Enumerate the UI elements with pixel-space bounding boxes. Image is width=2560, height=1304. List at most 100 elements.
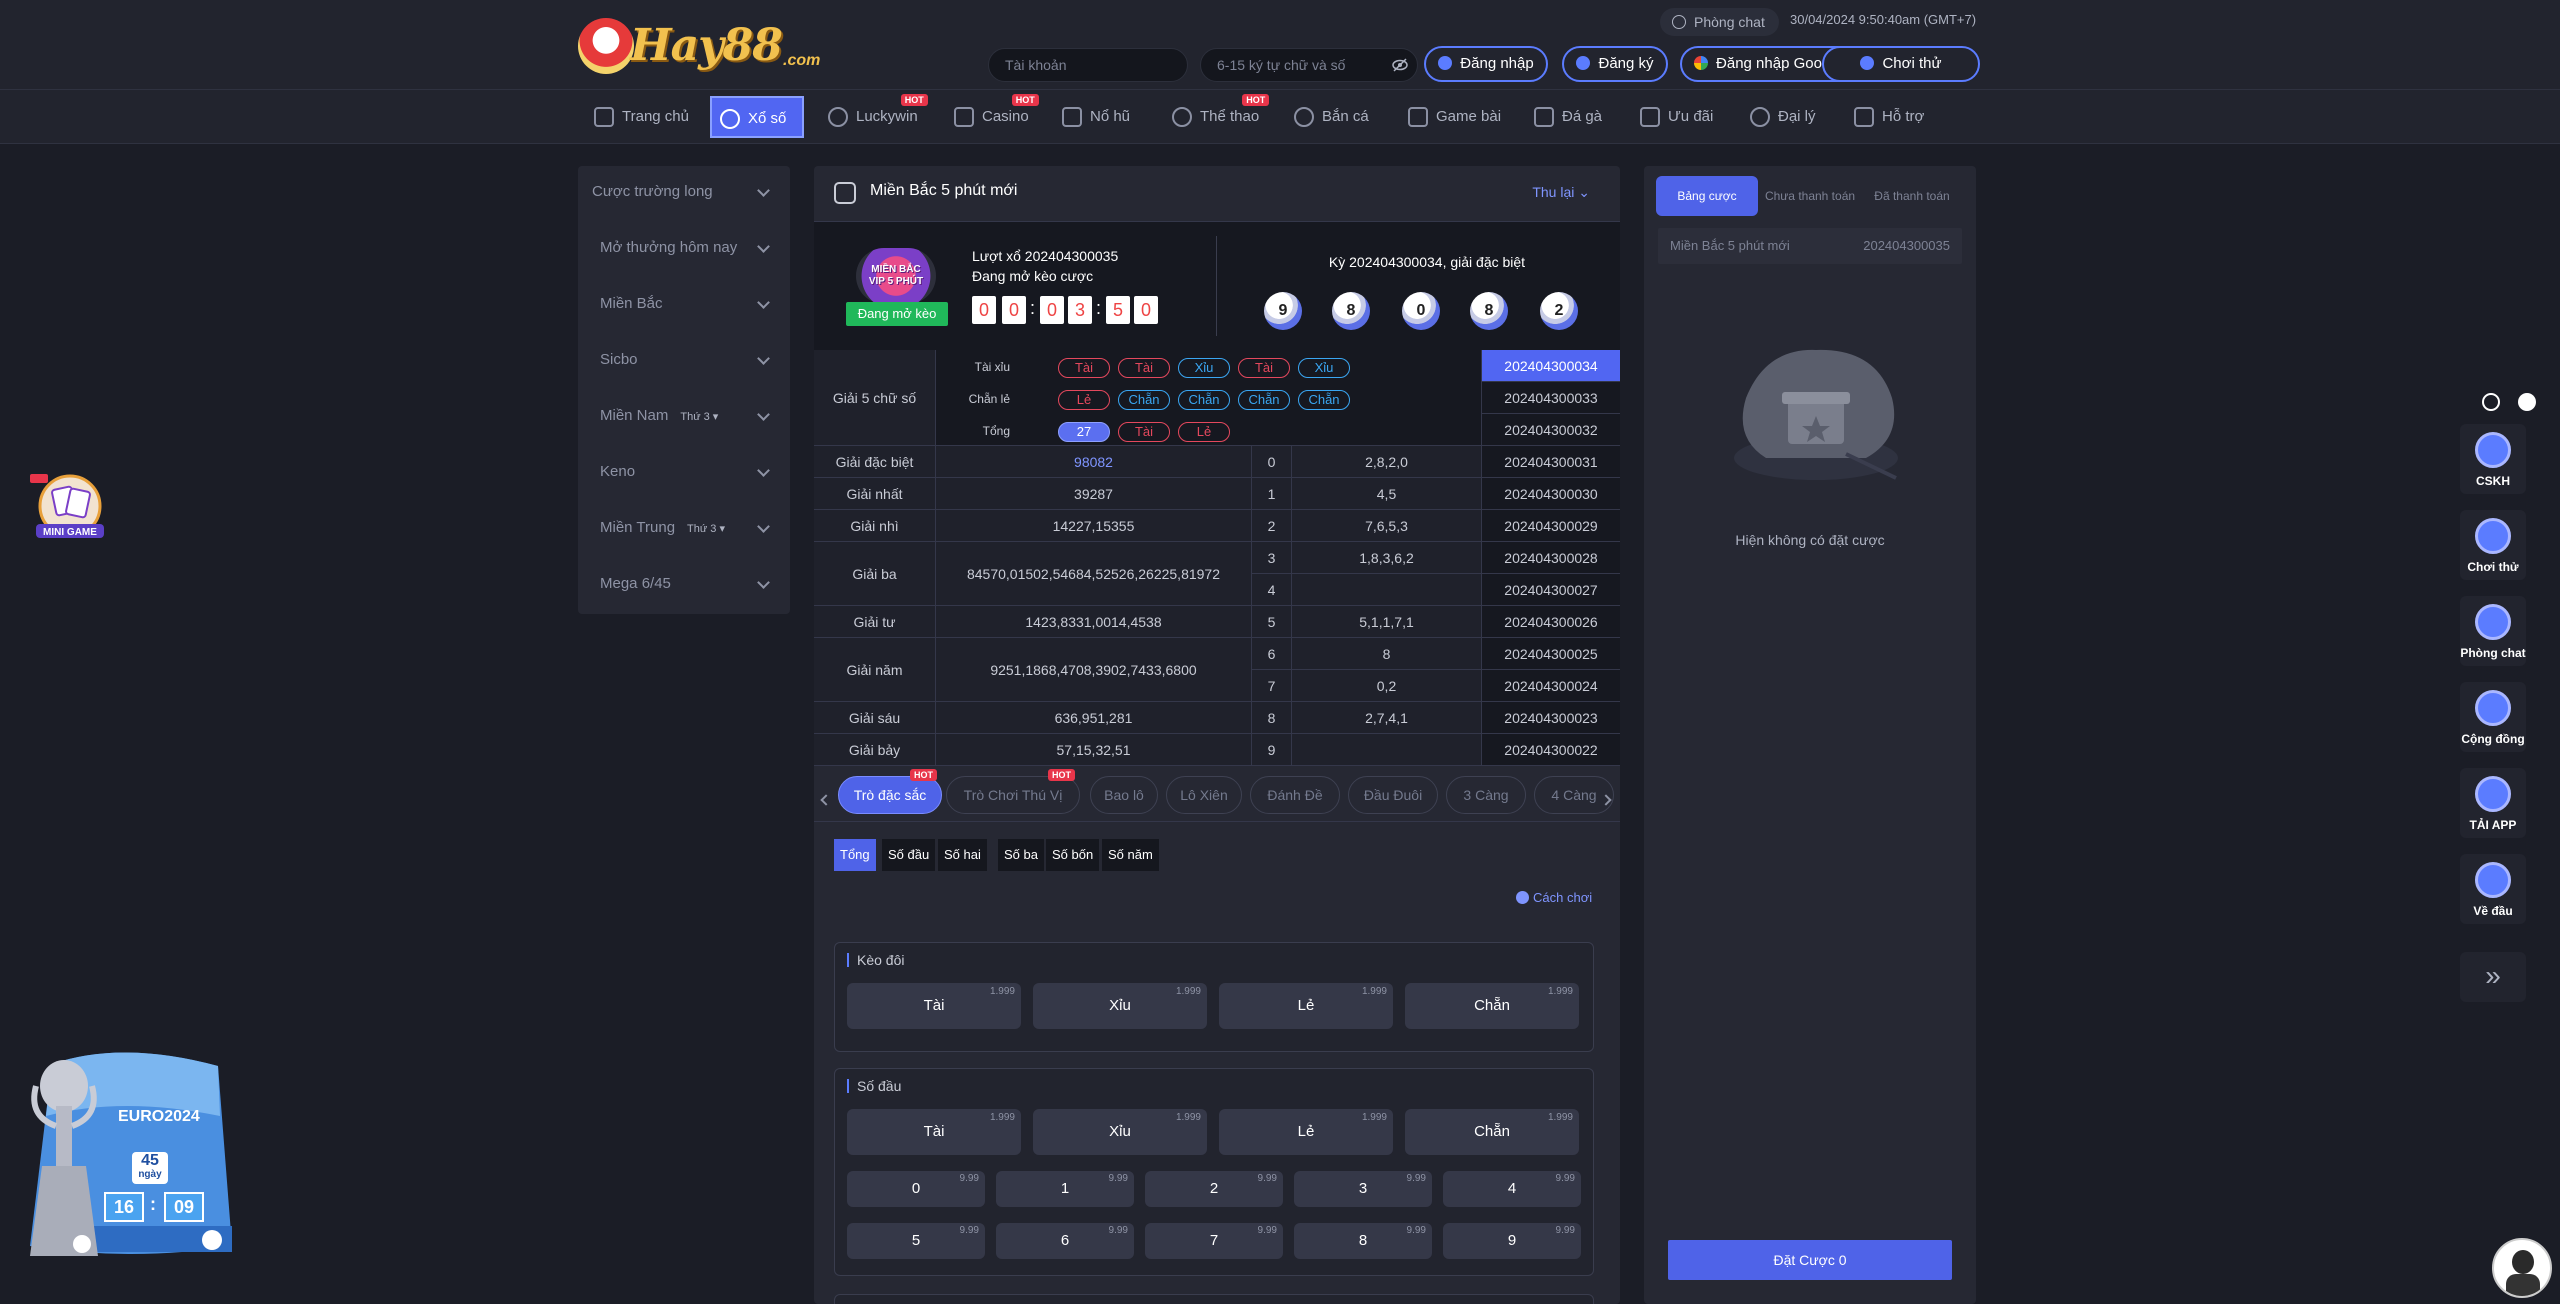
digit-option[interactable]: 0 9.99	[847, 1171, 985, 1207]
issue-selected[interactable]: 202404300034	[1482, 350, 1620, 382]
top-header: Hay88 .com Phòng chat 30/04/2024 9:50:40…	[0, 0, 2560, 90]
eye-off-icon[interactable]	[1392, 58, 1408, 72]
try-play-button[interactable]: Chơi thử	[1822, 46, 1980, 82]
nav-fishing[interactable]: Bắn cá	[1286, 96, 1369, 138]
bet-option-label: Chẵn	[1474, 997, 1510, 1014]
digit-option[interactable]: 4 9.99	[1443, 1171, 1581, 1207]
bet-tab[interactable]: Đầu Đuôi	[1348, 776, 1438, 814]
sub-tab[interactable]: Số ba	[998, 839, 1044, 871]
issue-item[interactable]: 202404300028	[1482, 542, 1620, 574]
bet-option[interactable]: Tài 1.999	[847, 1109, 1021, 1155]
sidebar-item-central[interactable]: Miền Trung Thứ 3 ▾	[578, 502, 790, 554]
password-input[interactable]: 6-15 ký tự chữ và số	[1200, 48, 1418, 82]
nav-lottery[interactable]: Xổ số	[710, 96, 804, 138]
digit-option[interactable]: 7 9.99	[1145, 1223, 1283, 1259]
issue-item[interactable]: 202404300023	[1482, 702, 1620, 734]
issue-item[interactable]: 202404300027	[1482, 574, 1620, 606]
chevron-left-icon[interactable]	[820, 794, 832, 806]
place-bet-button[interactable]: Đặt Cược 0	[1668, 1240, 1952, 1280]
issue-item[interactable]: 202404300033	[1482, 382, 1620, 414]
sidebar-item-mega[interactable]: Mega 6/45	[578, 558, 790, 610]
register-button[interactable]: Đăng ký	[1562, 46, 1668, 82]
digit-option[interactable]: 6 9.99	[996, 1223, 1134, 1259]
back-to-top-button[interactable]: Về đầu	[2460, 854, 2526, 924]
current-draw: Lượt xổ 202404300035 Đang mở kèo cược	[972, 246, 1118, 286]
bet-option[interactable]: Chẵn 1.999	[1405, 983, 1579, 1029]
nav-cards[interactable]: Game bài	[1400, 96, 1501, 138]
issue-item[interactable]: 202404300029	[1482, 510, 1620, 542]
expand-toolbar-button[interactable]: »	[2460, 952, 2526, 1002]
digit-option[interactable]: 5 9.99	[847, 1223, 985, 1259]
tong-label: Tổng	[982, 424, 1010, 438]
bet-tab[interactable]: Trò Chơi Thú Vị HOT	[946, 769, 1080, 814]
nav-luckywin[interactable]: Luckywin HOT	[820, 94, 928, 138]
nav-agent[interactable]: Đại lý	[1742, 96, 1816, 138]
collapse-button[interactable]: Thu lại ⌄	[1532, 184, 1590, 201]
download-app-button[interactable]: TẢI APP	[2460, 768, 2526, 838]
sub-tab[interactable]: Số hai	[938, 839, 987, 871]
digit-option[interactable]: 8 9.99	[1294, 1223, 1432, 1259]
nav-jackpot[interactable]: Nổ hũ	[1054, 96, 1130, 138]
bet-option[interactable]: Lẻ 1.999	[1219, 1109, 1393, 1155]
issue-item[interactable]: 202404300025	[1482, 638, 1620, 670]
light-theme-toggle[interactable]	[2518, 393, 2536, 411]
bet-option[interactable]: Lẻ 1.999	[1219, 983, 1393, 1029]
site-logo[interactable]: Hay88 .com	[578, 14, 830, 78]
bet-tab[interactable]: Trò đặc sắc HOT	[838, 769, 942, 814]
community-button[interactable]: Cộng đồng	[2460, 682, 2526, 752]
issue-item[interactable]: 202404300026	[1482, 606, 1620, 638]
login-button[interactable]: Đăng nhập	[1424, 46, 1548, 82]
bet-tab[interactable]: 3 Càng	[1446, 776, 1526, 814]
day-select[interactable]: Thứ 3 ▾	[680, 411, 718, 423]
bet-option[interactable]: Chẵn 1.999	[1405, 1109, 1579, 1155]
sidebar-item-sicbo[interactable]: Sicbo	[578, 334, 790, 386]
sub-tab[interactable]: Số đầu	[882, 839, 936, 871]
how-to-play-link[interactable]: Cách chơi	[1516, 890, 1592, 905]
sidebar-item-north[interactable]: Miền Bắc	[578, 278, 790, 330]
bet-tab[interactable]: 4 Càng	[1534, 776, 1614, 814]
sidebar-item-today[interactable]: Mở thưởng hôm nay	[578, 222, 790, 274]
username-input[interactable]: Tài khoản	[988, 48, 1188, 82]
nav-cockfight[interactable]: Đá gà	[1526, 96, 1602, 138]
digit-option[interactable]: 3 9.99	[1294, 1171, 1432, 1207]
try-play-side-button[interactable]: Chơi thử	[2460, 510, 2526, 580]
nav-home[interactable]: Trang chủ	[586, 96, 689, 138]
tab-bet-slip[interactable]: Bảng cược	[1656, 176, 1758, 216]
bet-option[interactable]: Xỉu 1.999	[1033, 983, 1207, 1029]
support-button[interactable]: CSKH	[2460, 424, 2526, 494]
agent-avatar[interactable]	[2492, 1238, 2552, 1298]
bet-option[interactable]: Xỉu 1.999	[1033, 1109, 1207, 1155]
nav-casino[interactable]: Casino HOT	[946, 94, 1039, 138]
digit-option[interactable]: 1 9.99	[996, 1171, 1134, 1207]
nav-support[interactable]: Hỗ trợ	[1846, 96, 1924, 138]
dark-theme-toggle[interactable]	[2482, 393, 2500, 411]
sub-tab[interactable]: Số năm	[1102, 839, 1159, 871]
bet-option-label: Chẵn	[1474, 1123, 1510, 1140]
issue-item[interactable]: 202404300030	[1482, 478, 1620, 510]
mini-game-float[interactable]: MINI GAME	[28, 472, 112, 542]
tab-unsettled[interactable]: Chưa thanh toán	[1760, 176, 1860, 216]
chat-side-button[interactable]: Phòng chat	[2460, 596, 2526, 666]
bet-tab[interactable]: Lô Xiên	[1166, 776, 1242, 814]
bet-tab[interactable]: Đánh Đề	[1250, 776, 1340, 814]
issue-item[interactable]: 202404300022	[1482, 734, 1620, 766]
top-chat-button[interactable]: Phòng chat	[1660, 8, 1779, 36]
bet-tab[interactable]: Bao lô	[1090, 776, 1158, 814]
sidebar-item-long-bet[interactable]: Cược trường long	[578, 166, 790, 218]
bet-option[interactable]: Tài 1.999	[847, 983, 1021, 1029]
issue-item[interactable]: 202404300031	[1482, 446, 1620, 478]
tab-settled[interactable]: Đã thanh toán	[1862, 176, 1962, 216]
nav-sports[interactable]: Thể thao HOT	[1164, 94, 1270, 138]
nav-promotions[interactable]: Ưu đãi	[1632, 96, 1713, 138]
euro-promo-banner[interactable]: EURO2024 45 ngày 16 : 09	[22, 1046, 238, 1260]
issue-item[interactable]: 202404300032	[1482, 414, 1620, 446]
info-icon	[1516, 891, 1529, 904]
digit-option[interactable]: 2 9.99	[1145, 1171, 1283, 1207]
sidebar-item-south[interactable]: Miền Nam Thứ 3 ▾	[578, 390, 790, 442]
issue-item[interactable]: 202404300024	[1482, 670, 1620, 702]
sub-tab[interactable]: Số bốn	[1046, 839, 1100, 871]
sidebar-item-keno[interactable]: Keno	[578, 446, 790, 498]
day-select[interactable]: Thứ 3 ▾	[687, 523, 725, 535]
digit-option[interactable]: 9 9.99	[1443, 1223, 1581, 1259]
sub-tab[interactable]: Tổng	[834, 839, 876, 871]
